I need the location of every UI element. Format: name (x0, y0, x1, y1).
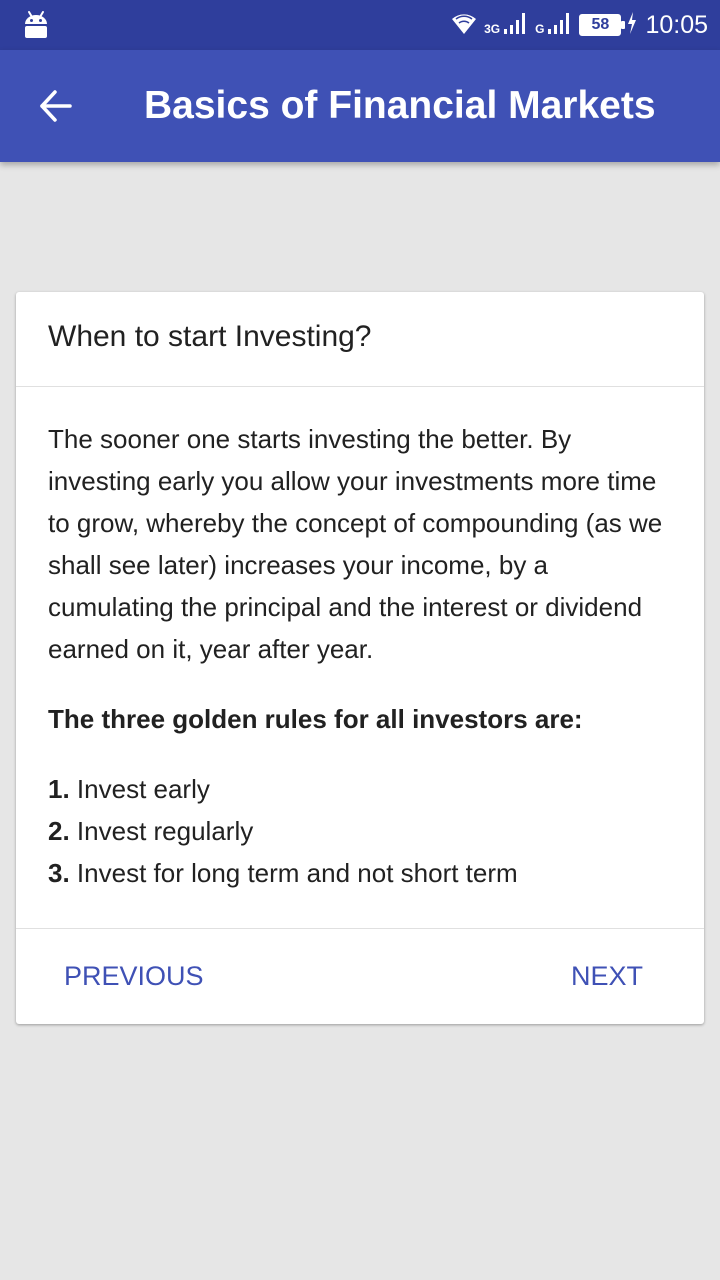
lesson-paragraph: The sooner one starts investing the bett… (48, 424, 663, 664)
next-button[interactable]: NEXT (555, 949, 659, 1003)
list-item: 2. Invest regularly (48, 810, 678, 852)
card-title: When to start Investing? (48, 320, 372, 353)
app-bar: Basics of Financial Markets (0, 50, 720, 162)
rules-heading: The three golden rules for all investors… (48, 704, 583, 734)
card-footer: PREVIOUS NEXT (16, 928, 704, 1024)
rule-text: Invest for long term and not short term (76, 858, 518, 888)
rules-list: 1. Invest early 2. Invest regularly 3. I… (48, 768, 678, 894)
previous-button[interactable]: PREVIOUS (48, 949, 220, 1003)
card-body: The sooner one starts investing the bett… (48, 418, 678, 894)
rule-number: 2. (48, 816, 70, 846)
charging-icon (627, 11, 637, 39)
card-header: When to start Investing? (16, 292, 704, 387)
wifi-icon (450, 10, 478, 41)
network-type-label-2: G (535, 22, 545, 36)
list-item: 1. Invest early (48, 768, 678, 810)
status-bar: 3G G 58 10:05 (0, 0, 720, 50)
battery-level: 58 (591, 16, 610, 33)
signal-icon (503, 11, 529, 40)
status-time: 10:05 (645, 10, 708, 39)
battery-icon: 58 (579, 14, 626, 36)
rule-number: 1. (48, 774, 70, 804)
network-type-label-1: 3G (484, 22, 501, 36)
rule-number: 3. (48, 858, 70, 888)
list-item: 3. Invest for long term and not short te… (48, 852, 678, 894)
back-button[interactable] (24, 74, 88, 138)
rule-text: Invest early (76, 774, 210, 804)
rule-text: Invest regularly (76, 816, 254, 846)
lesson-card: When to start Investing? The sooner one … (16, 292, 704, 1024)
page-title: Basics of Financial Markets (144, 84, 656, 127)
signal-icon-2 (547, 11, 573, 40)
arrow-back-icon (40, 90, 72, 122)
android-icon (22, 10, 50, 40)
